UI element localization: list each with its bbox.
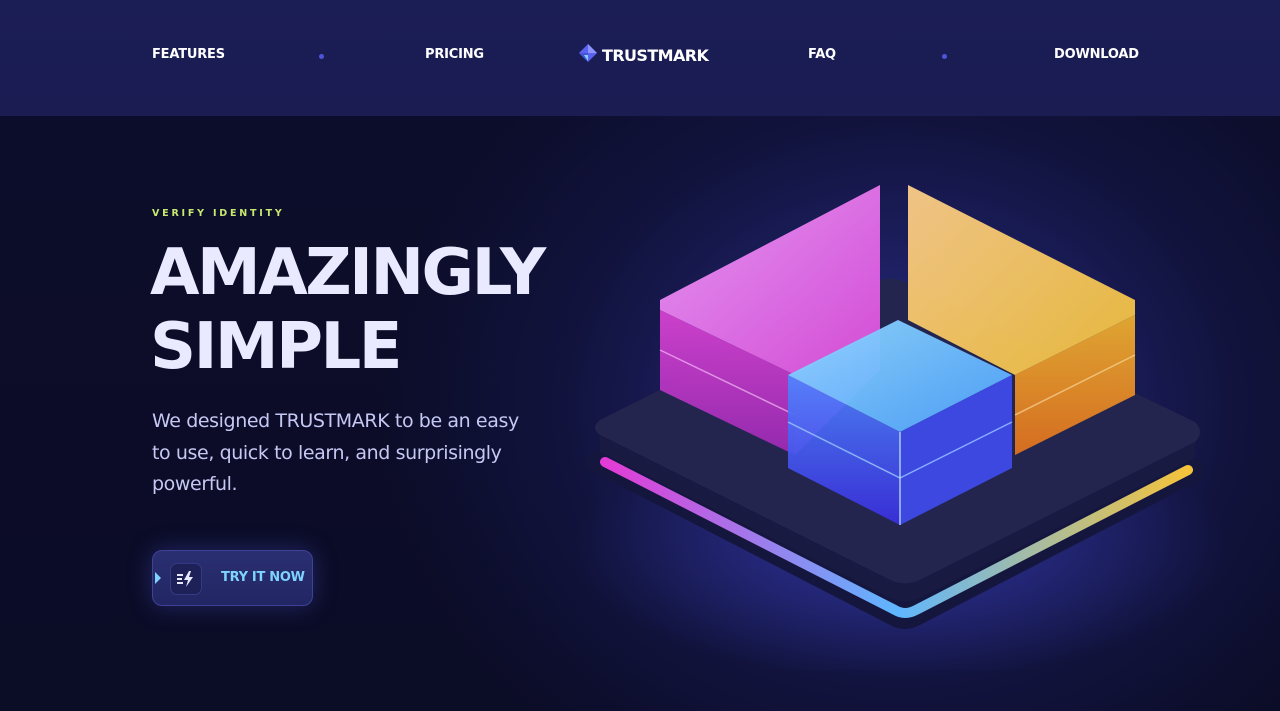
hero-eyebrow: VERIFY IDENTITY <box>152 208 285 219</box>
hero-illustration <box>560 170 1240 680</box>
nav-item-download[interactable]: DOWNLOAD <box>1054 47 1139 62</box>
headline-line-2: SIMPLE <box>150 310 403 384</box>
hero-description: We designed TRUSTMARK to be an easy to u… <box>152 410 519 495</box>
site-header: FEATURES PRICING TRUSTMARK FAQ DOWNLOAD <box>0 0 1280 116</box>
diamond-logo-icon <box>578 43 598 67</box>
brand-name: TRUSTMARK <box>602 45 709 65</box>
brand-logo[interactable]: TRUSTMARK <box>578 43 709 67</box>
lightning-icon <box>170 563 202 595</box>
arrow-indicator-icon <box>155 572 161 584</box>
hero-headline: AMAZINGLY SIMPLE <box>150 236 620 384</box>
try-it-now-button[interactable]: TRY IT NOW <box>152 550 313 606</box>
nav-item-pricing[interactable]: PRICING <box>425 47 484 62</box>
headline-line-1: AMAZINGLY <box>150 236 546 310</box>
try-it-now-label: TRY IT NOW <box>221 570 305 585</box>
nav-item-features[interactable]: FEATURES <box>152 47 225 62</box>
nav-item-faq[interactable]: FAQ <box>808 47 836 62</box>
nav-separator-dot <box>942 54 947 59</box>
nav-separator-dot <box>319 54 324 59</box>
